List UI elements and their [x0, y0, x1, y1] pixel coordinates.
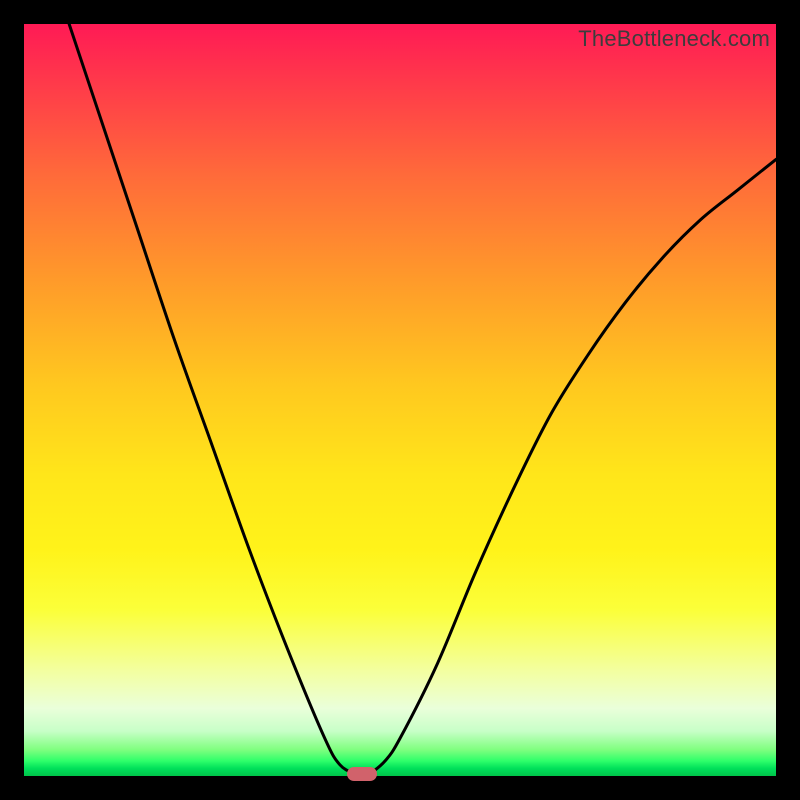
bottleneck-curve: [24, 24, 776, 776]
minimum-marker: [347, 767, 377, 781]
chart-frame: TheBottleneck.com: [24, 24, 776, 776]
watermark-text: TheBottleneck.com: [578, 26, 770, 52]
